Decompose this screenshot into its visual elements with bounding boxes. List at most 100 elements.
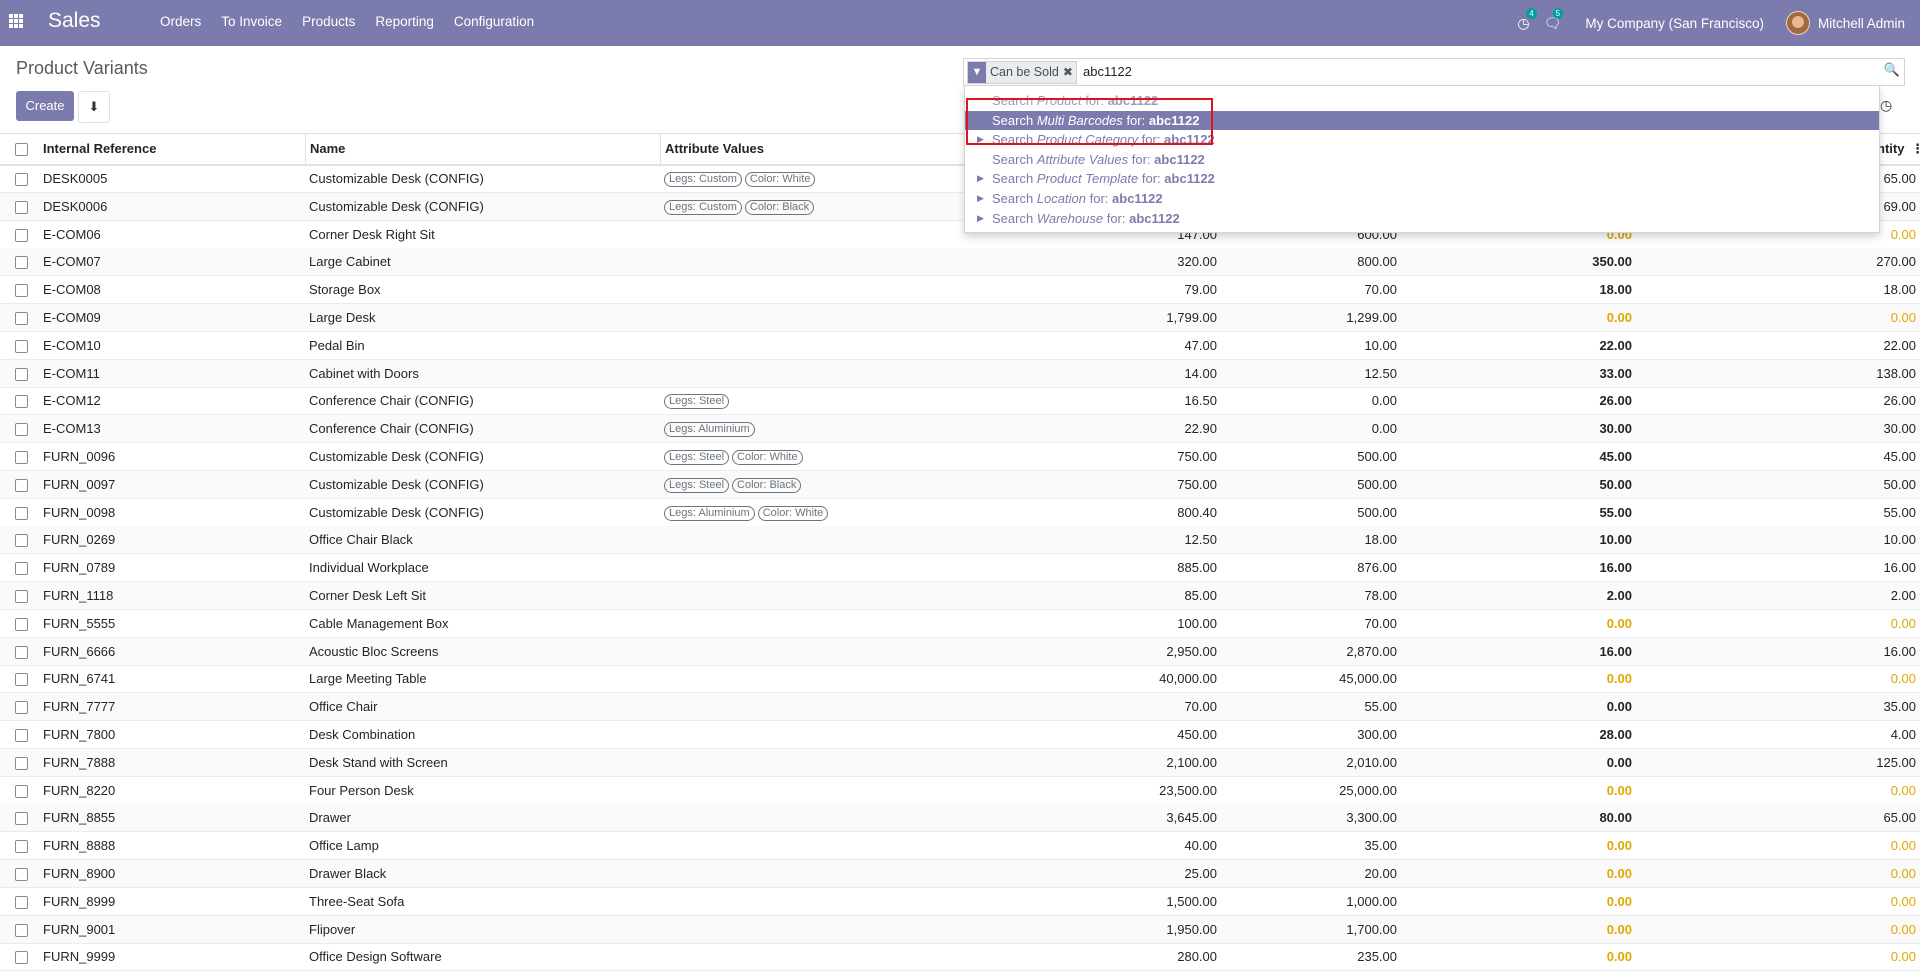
- row-checkbox[interactable]: [15, 812, 28, 826]
- row-checkbox[interactable]: [15, 562, 28, 576]
- name-cell: Corner Desk Left Sit: [309, 588, 427, 603]
- expand-caret-icon[interactable]: ▶: [977, 169, 984, 188]
- autocomplete-item[interactable]: ▶ Search Product Template for: abc1122: [965, 169, 1879, 188]
- activity-button[interactable]: ◷ 4: [1517, 7, 1537, 32]
- row-checkbox[interactable]: [15, 451, 28, 464]
- table-row[interactable]: E-COM07 Large Cabinet 320.00 800.00 350.00 27…: [0, 248, 1920, 277]
- header-attribute-values[interactable]: Attribute Values: [660, 134, 764, 164]
- row-checkbox[interactable]: [15, 868, 28, 881]
- row-checkbox[interactable]: [15, 590, 28, 603]
- row-checkbox[interactable]: [15, 423, 28, 437]
- activity-count-badge: 4: [1526, 7, 1537, 19]
- app-grid-icon[interactable]: [9, 14, 23, 28]
- row-checkbox[interactable]: [15, 923, 28, 937]
- app-brand[interactable]: Sales: [48, 9, 101, 33]
- header-name[interactable]: Name: [305, 134, 345, 164]
- forecast-cell: 22.00: [1883, 337, 1916, 353]
- row-checkbox[interactable]: [15, 673, 28, 687]
- table-row[interactable]: E-COM12 Conference Chair (CONFIG) Legs: St…: [0, 387, 1920, 416]
- table-row[interactable]: FURN_8220 Four Person Desk 23,500.00 25,000…: [0, 777, 1920, 805]
- table-row[interactable]: FURN_1118 Corner Desk Left Sit 85.00 78.00 2…: [0, 582, 1920, 610]
- table-row[interactable]: FURN_0097 Customizable Desk (CONFIG) Legs:…: [0, 470, 1920, 499]
- table-row[interactable]: FURN_6741 Large Meeting Table 40,000.00 45,…: [0, 665, 1920, 694]
- company-switcher[interactable]: My Company (San Francisco): [1585, 16, 1764, 31]
- table-row[interactable]: FURN_7777 Office Chair 70.00 55.00 0.00 35.00: [0, 693, 1920, 722]
- user-avatar[interactable]: [1785, 11, 1810, 35]
- menu-to-invoice[interactable]: To Invoice: [211, 0, 292, 46]
- row-checkbox[interactable]: [15, 367, 28, 381]
- table-row[interactable]: FURN_0269 Office Chair Black 12.50 18.00 10.…: [0, 526, 1920, 555]
- cost-cell: 500.00: [1357, 476, 1397, 492]
- cost-cell: 300.00: [1357, 727, 1397, 742]
- row-checkbox[interactable]: [15, 506, 28, 520]
- forecast-cell: 35.00: [1883, 699, 1916, 715]
- row-checkbox[interactable]: [15, 534, 28, 548]
- table-row[interactable]: FURN_9001 Flipover 1,950.00 1,700.00 0.00 0.0…: [0, 915, 1920, 944]
- autocomplete-prefix: Search: [992, 210, 1034, 226]
- row-checkbox[interactable]: [15, 729, 28, 742]
- row-checkbox[interactable]: [15, 312, 28, 325]
- messages-button[interactable]: 🗨 5: [1544, 7, 1564, 32]
- name-cell: Cable Management Box: [309, 615, 449, 631]
- internal-reference-cell: FURN_8855: [43, 810, 116, 826]
- export-button[interactable]: ⬇: [78, 91, 110, 123]
- row-checkbox[interactable]: [15, 256, 28, 270]
- search-icon[interactable]: 🔍: [1883, 62, 1901, 80]
- table-row[interactable]: E-COM11 Cabinet with Doors 14.00 12.50 33.00…: [0, 359, 1920, 388]
- table-row[interactable]: FURN_0096 Customizable Desk (CONFIG) Legs:…: [0, 443, 1920, 471]
- table-row[interactable]: FURN_8900 Drawer Black 25.00 20.00 0.00 0.00: [0, 860, 1920, 888]
- autocomplete-item[interactable]: ▶ Search Warehouse for: abc1122: [965, 209, 1879, 228]
- header-quantity[interactable]: ntity: [1877, 134, 1904, 164]
- table-row[interactable]: FURN_8855 Drawer 3,645.00 3,300.00 80.00 65.0…: [0, 804, 1920, 833]
- table-row[interactable]: FURN_8888 Office Lamp 40.00 35.00 0.00 0.00: [0, 832, 1920, 861]
- table-row[interactable]: FURN_0789 Individual Workplace 885.00 876.0…: [0, 554, 1920, 583]
- autocomplete-item[interactable]: ▶ Search Location for: abc1122: [965, 189, 1879, 208]
- row-checkbox[interactable]: [15, 701, 28, 715]
- row-checkbox[interactable]: [15, 895, 28, 909]
- name-cell: Pedal Bin: [309, 337, 365, 353]
- row-checkbox[interactable]: [15, 645, 28, 659]
- create-button[interactable]: Create: [16, 91, 74, 121]
- menu-orders[interactable]: Orders: [150, 0, 211, 46]
- user-menu[interactable]: Mitchell Admin: [1818, 16, 1905, 31]
- table-row[interactable]: FURN_7800 Desk Combination 450.00 300.00 28.…: [0, 721, 1920, 749]
- table-row[interactable]: E-COM13 Conference Chair (CONFIG) Legs: Al…: [0, 415, 1920, 444]
- table-row[interactable]: FURN_6666 Acoustic Bloc Screens 2,950.00 2,…: [0, 637, 1920, 666]
- expand-caret-icon[interactable]: ▶: [977, 189, 984, 208]
- select-all-checkbox[interactable]: [15, 143, 28, 156]
- expand-caret-icon[interactable]: ▶: [977, 209, 984, 228]
- table-row[interactable]: E-COM08 Storage Box 79.00 70.00 18.00 18.00: [0, 276, 1920, 305]
- table-row[interactable]: FURN_5555 Cable Management Box 100.00 70.00…: [0, 610, 1920, 638]
- row-checkbox[interactable]: [15, 617, 28, 631]
- search-input[interactable]: [1081, 59, 1785, 85]
- header-internal-reference[interactable]: Internal Reference: [43, 134, 156, 164]
- row-checkbox[interactable]: [15, 173, 28, 186]
- remove-facet-icon[interactable]: ✖: [1063, 62, 1076, 83]
- table-row[interactable]: FURN_7888 Desk Stand with Screen 2,100.00 2…: [0, 748, 1920, 777]
- attribute-values-cell: Legs: Aluminium Color: White: [664, 499, 831, 526]
- row-checkbox[interactable]: [15, 784, 28, 798]
- menu-reporting[interactable]: Reporting: [365, 0, 444, 46]
- table-row[interactable]: FURN_8999 Three-Seat Sofa 1,500.00 1,000.00…: [0, 888, 1920, 916]
- row-checkbox[interactable]: [15, 478, 28, 492]
- forecast-cell: 65.00: [1883, 171, 1916, 186]
- menu-configuration[interactable]: Configuration: [444, 0, 544, 46]
- row-checkbox[interactable]: [15, 228, 28, 242]
- row-checkbox[interactable]: [15, 339, 28, 353]
- row-checkbox[interactable]: [15, 951, 28, 965]
- column-options-icon[interactable]: ⋮: [1911, 134, 1920, 164]
- menu-products[interactable]: Products: [292, 0, 365, 46]
- autocomplete-item[interactable]: Search Attribute Values for: abc1122: [965, 150, 1879, 169]
- table-row[interactable]: FURN_0098 Customizable Desk (CONFIG) Legs:…: [0, 499, 1920, 527]
- table-row[interactable]: E-COM10 Pedal Bin 47.00 10.00 22.00 22.00: [0, 332, 1920, 360]
- cost-cell: 1,700.00: [1346, 921, 1397, 937]
- table-row[interactable]: FURN_9999 Office Design Software 280.00 235…: [0, 943, 1920, 971]
- activity-view-icon[interactable]: ◷: [1880, 97, 1892, 114]
- row-checkbox[interactable]: [15, 395, 28, 409]
- row-checkbox[interactable]: [15, 284, 28, 298]
- row-checkbox[interactable]: [15, 756, 28, 770]
- main-menu: Orders To Invoice Products Reporting Con…: [150, 0, 544, 46]
- table-row[interactable]: E-COM09 Large Desk 1,799.00 1,299.00 0.00 0.0…: [0, 304, 1920, 332]
- row-checkbox[interactable]: [15, 200, 28, 214]
- row-checkbox[interactable]: [15, 840, 28, 854]
